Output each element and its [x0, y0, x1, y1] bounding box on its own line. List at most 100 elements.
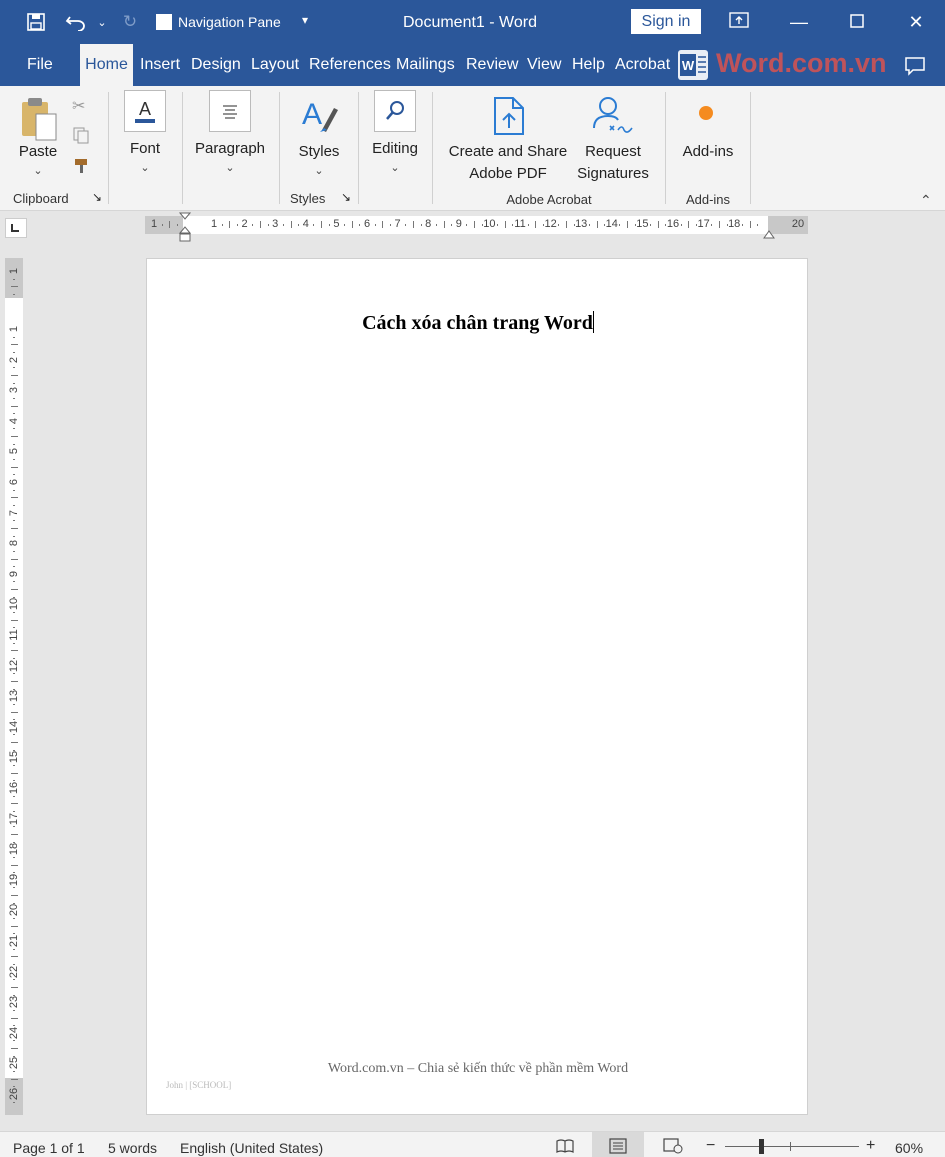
- ruler-tick-label: 2: [241, 218, 248, 230]
- ruler-tick-label: 15: [8, 751, 20, 764]
- collapse-ribbon-icon[interactable]: ⌃: [920, 192, 932, 209]
- print-layout-button[interactable]: [592, 1132, 644, 1157]
- request-signatures-button-line2[interactable]: Signatures: [572, 165, 654, 182]
- zoom-in-button[interactable]: +: [866, 1137, 875, 1155]
- tab-insert[interactable]: Insert: [140, 56, 180, 74]
- tab-acrobat[interactable]: Acrobat: [615, 56, 670, 74]
- tab-file[interactable]: File: [27, 56, 53, 74]
- watermark-text: Word.com.vn: [716, 48, 887, 78]
- ruler-dot: [351, 221, 353, 228]
- create-pdf-icon[interactable]: [491, 96, 527, 141]
- ruler-tick-label: 5: [8, 448, 20, 455]
- navigation-pane-checkbox[interactable]: [156, 14, 172, 30]
- document-title: Document1 - Word: [403, 14, 537, 31]
- ruler-tick-label: 14: [8, 720, 20, 733]
- right-indent-marker[interactable]: [763, 226, 775, 244]
- sign-in-button[interactable]: Sign in: [631, 9, 701, 34]
- footer-author-school[interactable]: John | [SCHOOL]: [166, 1080, 231, 1090]
- tab-selector[interactable]: [5, 218, 27, 238]
- editing-icon[interactable]: [374, 90, 416, 132]
- ruler-dot: [298, 224, 300, 226]
- svg-text:A: A: [139, 99, 151, 119]
- font-icon[interactable]: A: [124, 90, 166, 132]
- first-line-indent-marker[interactable]: [178, 212, 192, 249]
- ruler-dot: [11, 1078, 18, 1080]
- zoom-slider-thumb[interactable]: [759, 1139, 765, 1154]
- tab-help[interactable]: Help: [572, 56, 605, 74]
- styles-icon[interactable]: A: [298, 94, 340, 141]
- request-signatures-button[interactable]: Request: [572, 143, 654, 160]
- paste-icon[interactable]: [18, 94, 60, 144]
- zoom-slider-track[interactable]: [725, 1146, 859, 1147]
- ruler-dot: [229, 221, 231, 228]
- document-heading[interactable]: Cách xóa chân trang Word: [147, 311, 809, 335]
- ruler-dot: [13, 979, 15, 981]
- cut-icon[interactable]: ✂: [72, 96, 90, 115]
- ruler-dot: [313, 224, 315, 226]
- customize-toolbar-icon[interactable]: ▾: [302, 13, 308, 27]
- editing-button[interactable]: Editing: [366, 140, 424, 157]
- ruler-tick-label: 11: [8, 629, 20, 641]
- ruler-dot: [13, 948, 15, 950]
- ruler-dot: [11, 497, 18, 499]
- ruler-tick-label: 21: [8, 934, 20, 948]
- paste-button[interactable]: Paste: [14, 143, 62, 160]
- ruler-dot: [11, 680, 18, 682]
- copy-icon[interactable]: [72, 126, 90, 149]
- ruler-dot: [749, 221, 751, 228]
- ruler-tick-label: 23: [8, 996, 20, 1009]
- styles-dropdown-icon[interactable]: ⌄: [311, 164, 327, 177]
- paragraph-icon[interactable]: [209, 90, 251, 132]
- comments-icon[interactable]: [904, 56, 926, 81]
- styles-button[interactable]: Styles: [294, 143, 344, 160]
- watermark-logo: W Word.com.vn: [676, 46, 887, 84]
- font-button[interactable]: Font: [120, 140, 170, 157]
- tab-mailings[interactable]: Mailings: [396, 56, 455, 74]
- clipboard-launcher-icon[interactable]: ↘: [92, 190, 102, 204]
- paragraph-dropdown-icon[interactable]: ⌄: [222, 161, 238, 174]
- ruler-dot: [290, 221, 292, 228]
- undo-dropdown-icon[interactable]: ⌄: [90, 10, 114, 34]
- ruler-tick-label: 10: [8, 598, 20, 611]
- tab-references[interactable]: References: [309, 56, 391, 74]
- web-layout-icon[interactable]: [662, 1138, 684, 1157]
- tab-review[interactable]: Review: [466, 56, 518, 74]
- document-page[interactable]: Cách xóa chân trang Word Word.com.vn – C…: [146, 258, 808, 1115]
- create-share-pdf-button[interactable]: Create and Share: [442, 143, 574, 160]
- navigation-pane-label[interactable]: Navigation Pane: [178, 14, 281, 30]
- ruler-dot: [13, 443, 15, 445]
- paragraph-button[interactable]: Paragraph: [192, 140, 268, 157]
- tab-layout[interactable]: Layout: [251, 56, 299, 74]
- maximize-icon[interactable]: [842, 10, 872, 34]
- word-count[interactable]: 5 words: [108, 1140, 157, 1156]
- add-ins-button[interactable]: Add-ins: [674, 143, 742, 160]
- footer-text[interactable]: Word.com.vn – Chia sẻ kiến thức về phần …: [147, 1061, 809, 1077]
- ruler-dot: [13, 367, 15, 369]
- tab-home[interactable]: Home: [80, 44, 133, 86]
- save-icon[interactable]: [24, 10, 48, 34]
- paste-dropdown-icon[interactable]: ⌄: [30, 164, 46, 177]
- tab-design[interactable]: Design: [191, 56, 241, 74]
- styles-launcher-icon[interactable]: ↘: [341, 190, 351, 204]
- zoom-out-button[interactable]: −: [706, 1137, 715, 1155]
- minimize-icon[interactable]: —: [784, 10, 814, 34]
- language-indicator[interactable]: English (United States): [180, 1140, 323, 1156]
- ruler-tick-label: 26: [8, 1087, 20, 1101]
- font-dropdown-icon[interactable]: ⌄: [137, 161, 153, 174]
- add-ins-icon[interactable]: [699, 106, 713, 120]
- editing-dropdown-icon[interactable]: ⌄: [387, 161, 403, 174]
- undo-icon[interactable]: [64, 10, 88, 34]
- ruler-dot: [11, 772, 18, 774]
- page-count[interactable]: Page 1 of 1: [13, 1140, 85, 1156]
- request-signatures-icon[interactable]: [590, 94, 636, 141]
- ribbon-display-options-icon[interactable]: [724, 10, 754, 34]
- ruler-tick-label: 8: [425, 218, 432, 230]
- ruler-dot: [11, 711, 18, 713]
- create-share-pdf-button-line2[interactable]: Adobe PDF: [442, 165, 574, 182]
- tab-view[interactable]: View: [527, 56, 561, 74]
- format-painter-icon[interactable]: [72, 156, 90, 179]
- close-icon[interactable]: ✕: [901, 10, 931, 34]
- ruler-dot: [13, 489, 15, 491]
- read-mode-icon[interactable]: [555, 1138, 575, 1157]
- zoom-level[interactable]: 60%: [895, 1140, 923, 1156]
